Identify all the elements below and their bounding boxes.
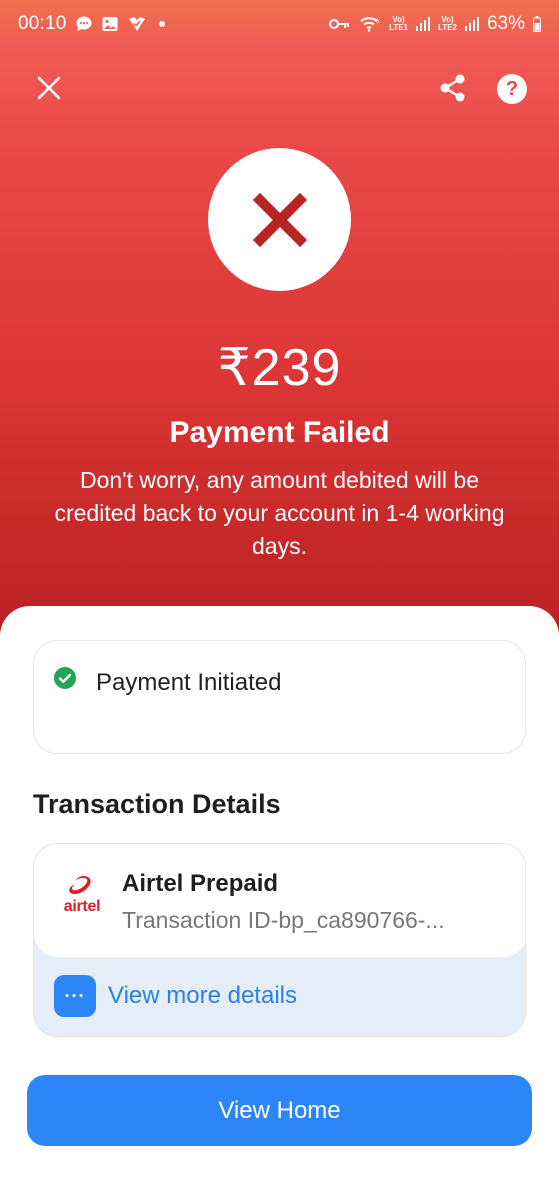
airtel-swirl-icon <box>69 876 91 894</box>
status-time: 00:10 <box>18 13 67 34</box>
signal-icon <box>416 17 430 31</box>
cross-icon <box>252 192 307 247</box>
sim1-network-label: Vo) LTE1 <box>389 15 408 32</box>
sim2-network-label: Vo) LTE2 <box>438 15 457 32</box>
payment-failed-screen: 00:10 6 Vo) LTE1 Vo) LTE2 63% ? ₹239 Pay… <box>0 0 559 1200</box>
share-icon[interactable] <box>437 72 469 104</box>
payment-status-title: Payment Failed <box>169 416 390 449</box>
transaction-card: airtel Airtel Prepaid Transaction ID-bp_… <box>33 843 526 1037</box>
transaction-id: Transaction ID-bp_ca890766-... <box>122 907 445 933</box>
battery-icon <box>533 16 541 32</box>
status-bar-right: 6 Vo) LTE1 Vo) LTE2 63% <box>329 13 541 35</box>
view-more-details-label: View more details <box>108 982 297 1009</box>
key-icon <box>329 17 351 31</box>
progress-step-label: Payment Initiated <box>96 669 282 696</box>
transaction-details-heading: Transaction Details <box>33 789 281 819</box>
view-more-details-link[interactable]: ··· View more details <box>54 975 297 1017</box>
status-bar: 00:10 6 Vo) LTE1 Vo) LTE2 63% <box>0 0 559 48</box>
refund-message: Don't worry, any amount debited will be … <box>54 467 505 559</box>
notification-dot <box>158 21 165 27</box>
view-home-button[interactable]: View Home <box>27 1075 532 1146</box>
signal-icon-2 <box>464 17 479 31</box>
payment-progress-card: Payment Initiated <box>33 640 526 754</box>
failure-badge <box>208 148 351 291</box>
more-dots-icon: ··· <box>54 975 96 1017</box>
help-icon-label: ? <box>505 78 519 100</box>
check-circle-icon <box>54 667 76 689</box>
airtel-logo-text: airtel <box>63 898 101 915</box>
app-icon <box>127 15 147 33</box>
payment-amount: ₹239 <box>217 339 342 397</box>
transaction-summary: airtel Airtel Prepaid Transaction ID-bp_… <box>34 844 525 957</box>
chat-icon <box>75 15 93 33</box>
battery-percent: 63% <box>486 13 525 34</box>
top-action-bar: ? <box>0 66 559 110</box>
svg-text:6: 6 <box>376 19 380 25</box>
airtel-logo: airtel <box>56 874 108 926</box>
close-icon[interactable] <box>33 72 65 104</box>
merchant-name: Airtel Prepaid <box>122 870 279 897</box>
help-button[interactable]: ? <box>497 74 527 104</box>
gallery-icon <box>101 15 119 33</box>
status-bar-left: 00:10 <box>18 13 165 35</box>
wifi-icon: 6 <box>359 15 381 33</box>
